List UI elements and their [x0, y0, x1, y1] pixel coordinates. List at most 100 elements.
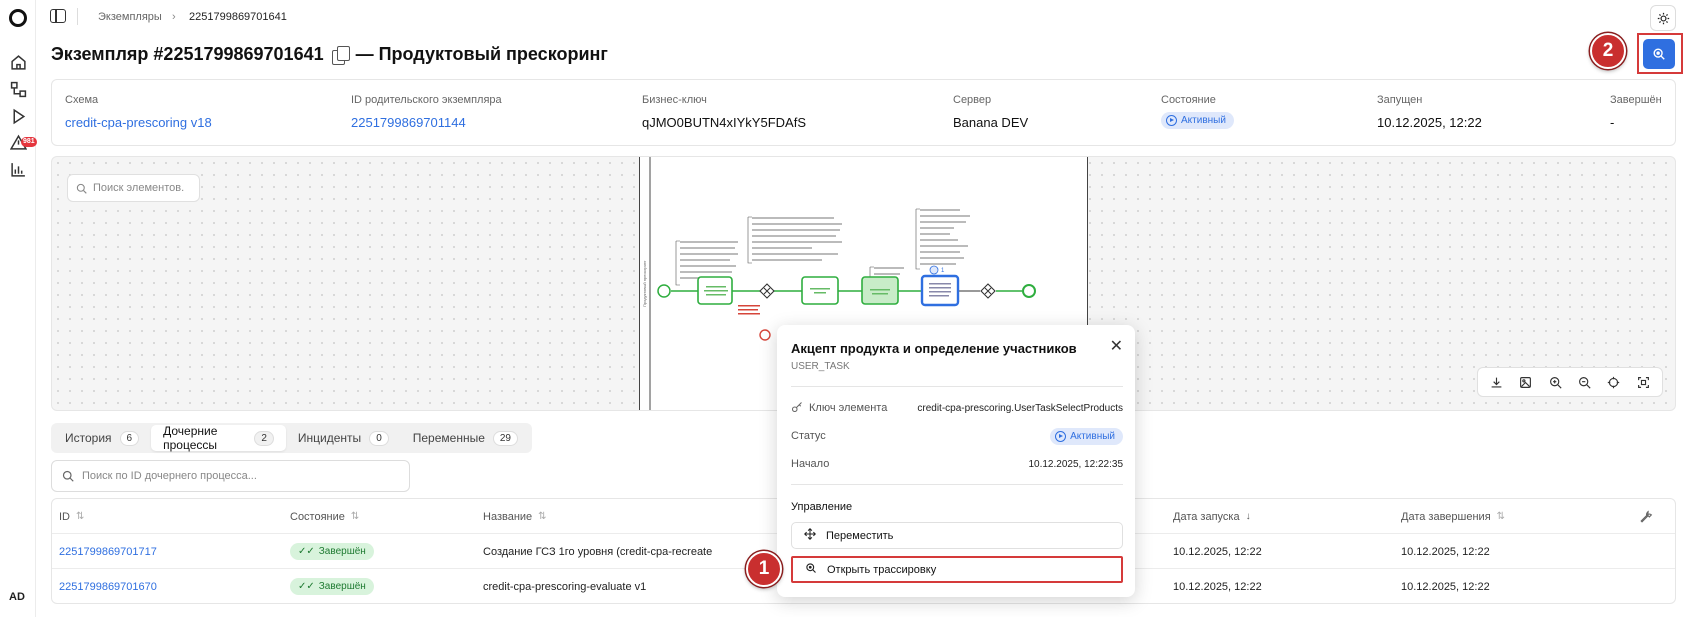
alerts-badge: 981: [21, 137, 37, 147]
close-icon[interactable]: ✕: [1110, 336, 1123, 356]
element-search-input[interactable]: Поиск элементов.: [67, 174, 200, 202]
row-label: Начало: [791, 458, 830, 470]
status-text: Активный: [1070, 430, 1115, 442]
status-badge: Активный: [1161, 112, 1234, 129]
column-header-state[interactable]: Состояние ⇅: [290, 499, 359, 534]
tab-incidents[interactable]: Инциденты 0: [286, 425, 401, 451]
tab-label: История: [65, 431, 112, 445]
search-placeholder: Поиск по ID дочернего процесса...: [82, 470, 257, 482]
move-button[interactable]: Переместить: [791, 522, 1123, 549]
column-header-start[interactable]: Дата запуска ↓: [1173, 499, 1251, 534]
label: Завершён: [1610, 94, 1662, 106]
row-label: Статус: [791, 430, 826, 442]
column-label: Дата запуска: [1173, 510, 1240, 523]
name-cell: credit-cpa-prescoring-evaluate v1: [483, 580, 647, 593]
child-id-link[interactable]: 2251799869701670: [59, 569, 157, 603]
column-header-name[interactable]: Название ⇅: [483, 499, 547, 534]
crosshair-icon[interactable]: [1605, 373, 1623, 391]
column-label: ID: [59, 510, 70, 523]
state-cell: ✓✓ Завершён: [290, 534, 374, 569]
tab-label: Инциденты: [297, 431, 362, 445]
avatar[interactable]: AD: [9, 591, 25, 603]
tab-count: 29: [492, 430, 518, 446]
instance-title: Экземпляр #2251799869701641: [51, 44, 324, 64]
zoom-out-icon[interactable]: [1576, 373, 1594, 391]
child-id-link[interactable]: 2251799869701717: [59, 534, 157, 569]
tab-count: 6: [119, 430, 140, 446]
schema-icon[interactable]: [9, 80, 27, 98]
tab-child-processes[interactable]: Дочерние процессы 2: [151, 424, 286, 452]
search-icon: [76, 183, 87, 194]
child-process-search-input[interactable]: Поиск по ID дочернего процесса...: [51, 460, 410, 492]
button-label: Переместить: [826, 529, 894, 542]
start-cell: 10.12.2025, 12:22: [1173, 580, 1262, 593]
sort-icon: ⇅: [350, 511, 360, 522]
move-icon: [804, 528, 816, 543]
theme-toggle-button[interactable]: [1650, 5, 1676, 31]
column-label: Дата завершения: [1401, 510, 1491, 523]
home-icon[interactable]: [9, 53, 27, 71]
top-bar: Экземпляры › 2251799869701641: [36, 0, 1687, 34]
open-trace-button[interactable]: [1643, 39, 1675, 69]
row-label: Ключ элемента: [809, 402, 888, 414]
analytics-icon[interactable]: [9, 160, 27, 178]
tab-variables[interactable]: Переменные 29: [401, 425, 530, 451]
breadcrumb-current: 2251799869701641: [189, 11, 287, 23]
breadcrumb-parent[interactable]: Экземпляры: [98, 11, 162, 23]
play-circle-icon: [1166, 115, 1177, 126]
tab-count: 2: [254, 430, 274, 446]
chevron-right-icon: ›: [172, 11, 176, 23]
sidebar-toggle-icon[interactable]: [50, 9, 66, 23]
state-cell: ✓✓ Завершён: [290, 569, 374, 603]
column-header-end[interactable]: Дата завершения ⇅: [1401, 499, 1505, 534]
info-server: Сервер Banana DEV: [953, 94, 1028, 130]
tab-label: Переменные: [412, 431, 485, 445]
status-text: Активный: [1181, 115, 1226, 126]
finished-value: -: [1610, 115, 1615, 130]
play-circle-icon: [1055, 430, 1067, 442]
start-row: Начало 10.12.2025, 12:22:35: [791, 454, 1123, 474]
left-rail: 981 AD: [0, 0, 37, 617]
wrench-icon[interactable]: [1640, 499, 1653, 534]
zoom-in-icon[interactable]: [1546, 373, 1564, 391]
info-finished: Завершён -: [1610, 94, 1662, 130]
column-header-id[interactable]: ID ⇅: [59, 499, 84, 534]
double-check-icon: ✓✓: [298, 581, 315, 592]
parent-instance-link[interactable]: 2251799869701144: [351, 115, 502, 130]
label: ID родительского экземпляра: [351, 94, 502, 106]
step-marker-2: 2: [1590, 33, 1626, 69]
column-label: Название: [483, 510, 533, 523]
tab-label: Дочерние процессы: [163, 424, 218, 452]
start-value: 10.12.2025, 12:22:35: [1028, 458, 1123, 470]
end-cell: 10.12.2025, 12:22: [1401, 580, 1490, 593]
logo-icon[interactable]: [9, 9, 27, 27]
label: Бизнес-ключ: [642, 94, 707, 106]
info-parent-id: ID родительского экземпляра 225179986970…: [351, 94, 502, 130]
page-title: Экземпляр #2251799869701641 — Продуктовы…: [51, 44, 608, 65]
status-text: Завершён: [318, 546, 366, 557]
instance-tabs: История 6 Дочерние процессы 2 Инциденты 0 П…: [51, 423, 532, 453]
manage-label: Управление: [791, 501, 853, 513]
copy-icon[interactable]: [330, 45, 350, 65]
download-icon[interactable]: [1488, 373, 1506, 391]
open-trace-menu-button[interactable]: Открыть трассировку: [791, 556, 1123, 583]
zoom-search-icon: [805, 562, 817, 577]
diagram-toolbar: [1477, 367, 1663, 397]
step-marker-1: 1: [746, 551, 782, 587]
status-badge: ✓✓ Завершён: [290, 578, 374, 595]
image-export-icon[interactable]: [1517, 373, 1535, 391]
label: Сервер: [953, 94, 992, 106]
start-cell: 10.12.2025, 12:22: [1173, 545, 1262, 558]
column-label: Состояние: [290, 510, 345, 523]
divider: [791, 386, 1123, 387]
button-label: Открыть трассировку: [827, 563, 937, 576]
info-state: Состояние Активный: [1161, 94, 1234, 129]
sort-icon: ⇅: [76, 511, 85, 522]
element-key-row: Ключ элемента credit-cpa-prescoring.User…: [791, 398, 1123, 418]
tab-history[interactable]: История 6: [53, 425, 151, 451]
schema-link[interactable]: credit-cpa-prescoring v18: [65, 115, 212, 130]
server-value: Banana DEV: [953, 115, 1029, 130]
play-icon[interactable]: [9, 107, 27, 125]
end-cell: 10.12.2025, 12:22: [1401, 545, 1490, 558]
fit-screen-icon[interactable]: [1634, 373, 1652, 391]
